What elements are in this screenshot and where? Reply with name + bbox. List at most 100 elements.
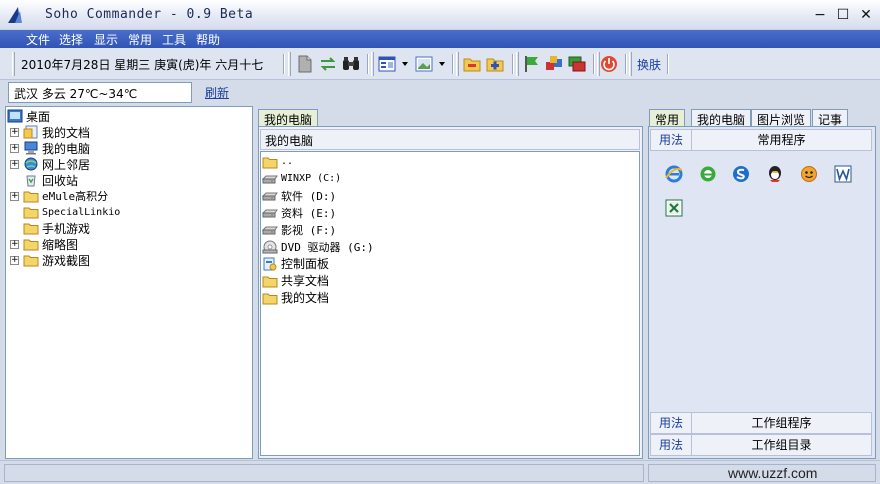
folder-icon: [23, 207, 39, 219]
ie-icon[interactable]: [664, 164, 684, 184]
tree-item-label: 我的电脑: [42, 141, 91, 156]
tree-item-emule[interactable]: + eMule高积分: [10, 188, 108, 204]
binoculars-icon[interactable]: [341, 54, 361, 74]
menu-select[interactable]: 选择: [59, 31, 83, 48]
workgroup-dirs-row: 用法 工作组目录: [650, 434, 872, 456]
workgroup-programs-title[interactable]: 工作组程序: [692, 413, 871, 433]
documents-icon: [23, 125, 38, 139]
control-panel-icon: [263, 257, 277, 270]
tree-item-mobile-games[interactable]: 手机游戏: [23, 220, 90, 236]
weather-bar: 武汉 多云 27℃~34℃ 刷新: [0, 80, 880, 106]
tree-item-label: SpecialLinkio: [42, 206, 121, 218]
toolbar-separator: [625, 54, 626, 74]
file-item-drive-d[interactable]: 软件 (D:): [262, 187, 336, 204]
document-icon[interactable]: [295, 54, 315, 74]
excel-icon[interactable]: [664, 198, 684, 218]
file-item-label: ..: [281, 156, 294, 167]
tree-item-label: 缩略图: [42, 237, 79, 252]
green-flag-icon[interactable]: [521, 54, 541, 74]
folder-icon: [262, 293, 278, 304]
usage-link[interactable]: 用法: [651, 413, 692, 433]
power-icon[interactable]: [599, 54, 619, 74]
skin-button[interactable]: 换肤: [637, 56, 661, 73]
tree-item-my-computer[interactable]: + 我的电脑: [10, 140, 90, 156]
tree-item-label: eMule高积分: [42, 190, 109, 203]
tree-item-game-screenshots[interactable]: + 游戏截图: [10, 252, 90, 268]
toolbar-grip[interactable]: [456, 52, 459, 76]
folder-icon: [23, 255, 39, 267]
toolbar-grip[interactable]: [629, 52, 632, 76]
tab-common[interactable]: 常用: [649, 109, 686, 127]
file-item-drive-e[interactable]: 资料 (E:): [262, 204, 336, 221]
folder-icon: [23, 191, 39, 203]
tree-item-speciallinkio[interactable]: SpecialLinkio: [23, 204, 120, 220]
toolbar: 2010年7月28日 星期三 庚寅(虎)年 六月十七 换肤: [0, 48, 880, 80]
sogou-icon[interactable]: [731, 164, 751, 184]
tree-expander-icon[interactable]: +: [10, 159, 19, 169]
tree-expander-icon[interactable]: +: [10, 255, 19, 265]
tree-expander-icon[interactable]: +: [10, 127, 19, 137]
menu-tools[interactable]: 工具: [162, 31, 186, 48]
file-item-drive-f[interactable]: 影视 (F:): [262, 221, 336, 238]
drive-icon: [262, 209, 278, 217]
folder-icon: [262, 276, 278, 287]
file-item-shared-docs[interactable]: 共享文档: [262, 272, 329, 289]
menu-file[interactable]: 文件: [26, 31, 50, 48]
close-button[interactable]: ✕: [856, 6, 876, 24]
file-item-label: 控制面板: [281, 257, 330, 271]
file-item-dvd[interactable]: DVD 驱动器 (G:): [262, 238, 374, 255]
tree-item-label: 回收站: [42, 173, 79, 188]
file-item-label: 影视 (F:): [281, 223, 337, 237]
tree-item-thumbnails[interactable]: + 缩略图: [10, 236, 78, 252]
date-display: 2010年7月28日 星期三 庚寅(虎)年 六月十七: [21, 58, 264, 72]
tree-root-desktop[interactable]: 桌面: [7, 108, 50, 124]
swap-icon[interactable]: [318, 54, 338, 74]
tree-item-my-documents[interactable]: + 我的文档: [10, 124, 90, 140]
toolbar-separator: [593, 54, 594, 74]
toolbar-grip[interactable]: [516, 52, 519, 76]
qq-icon[interactable]: [765, 164, 785, 184]
tree-expander-icon[interactable]: +: [10, 191, 19, 201]
common-programs-header: 用法 常用程序: [650, 129, 872, 151]
minimize-button[interactable]: −: [810, 6, 830, 24]
word-icon[interactable]: [833, 164, 853, 184]
folder-minus-icon[interactable]: [462, 54, 482, 74]
maximize-button[interactable]: ☐: [833, 6, 853, 24]
tree-item-recycle-bin[interactable]: 回收站: [23, 172, 78, 188]
usage-link[interactable]: 用法: [651, 130, 692, 150]
view-icon[interactable]: [377, 54, 397, 74]
menu-help[interactable]: 帮助: [196, 31, 220, 48]
ie-green-icon[interactable]: [698, 164, 718, 184]
tab-notes[interactable]: 记事: [812, 109, 849, 127]
tree-item-network[interactable]: + 网上邻居: [10, 156, 90, 172]
file-item-drive-c[interactable]: WINXP (C:): [262, 170, 341, 187]
folder-plus-icon[interactable]: [485, 54, 505, 74]
menu-common[interactable]: 常用: [128, 31, 152, 48]
tree-expander-icon[interactable]: +: [10, 239, 19, 249]
window-stack-icon[interactable]: [567, 54, 587, 74]
toolbar-grip[interactable]: [12, 52, 15, 76]
toolbar-grip[interactable]: [371, 52, 374, 76]
tab-my-computer-right[interactable]: 我的电脑: [691, 109, 752, 127]
file-item-control-panel[interactable]: 控制面板: [262, 255, 329, 272]
boxes-icon[interactable]: [544, 54, 564, 74]
file-item-label: 软件 (D:): [281, 189, 337, 203]
face-icon[interactable]: [799, 164, 819, 184]
refresh-link[interactable]: 刷新: [205, 84, 229, 101]
toolbar-grip[interactable]: [288, 52, 291, 76]
thumbnail-view-icon[interactable]: [414, 54, 434, 74]
app-logo-icon: [8, 7, 22, 23]
tab-image-browser[interactable]: 图片浏览: [751, 109, 812, 127]
folder-icon: [23, 223, 39, 235]
menu-view[interactable]: 显示: [94, 31, 118, 48]
tree-expander-icon[interactable]: +: [10, 143, 19, 153]
view-dropdown-arrow-icon[interactable]: [402, 62, 408, 66]
tree-item-label: 我的文档: [42, 125, 91, 140]
file-item-my-documents[interactable]: 我的文档: [262, 289, 329, 306]
tab-my-computer[interactable]: 我的电脑: [258, 109, 319, 127]
thumbnail-dropdown-arrow-icon[interactable]: [439, 62, 445, 66]
file-item-parent[interactable]: ..: [262, 153, 293, 170]
usage-link[interactable]: 用法: [651, 435, 692, 455]
workgroup-dirs-title[interactable]: 工作组目录: [692, 435, 871, 455]
network-icon: [24, 157, 38, 171]
